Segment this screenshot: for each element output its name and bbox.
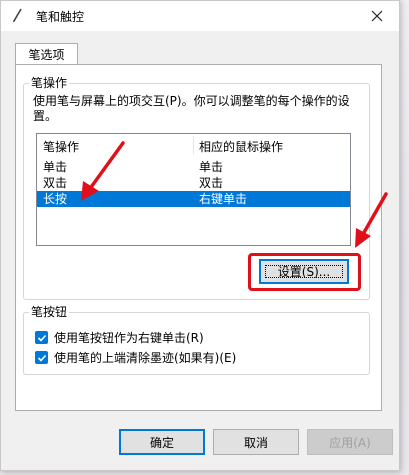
annotation-highlight-box xyxy=(248,253,361,291)
window-title: 笔和触控 xyxy=(36,10,85,24)
cancel-button-label: 取消 xyxy=(243,435,268,450)
pen-actions-group-label: 笔操作 xyxy=(31,76,68,90)
close-button[interactable] xyxy=(355,1,399,31)
apply-button[interactable]: 应用(A) xyxy=(307,429,393,455)
list-item-action: 双击 xyxy=(43,176,68,190)
column-header-mouse-action[interactable]: 相应的鼠标操作 xyxy=(199,138,283,155)
erase-ink-label: 使用笔的上端清除墨迹(如果有)(E) xyxy=(54,351,237,365)
list-item-action: 长按 xyxy=(43,192,68,206)
erase-ink-option[interactable]: 使用笔的上端清除墨迹(如果有)(E) xyxy=(35,349,236,366)
tab-label: 笔选项 xyxy=(28,48,65,62)
column-divider[interactable] xyxy=(193,136,194,154)
list-item-mouse: 双击 xyxy=(199,176,224,190)
cancel-button[interactable]: 取消 xyxy=(213,429,299,455)
annotation-arrow-list xyxy=(81,141,125,201)
tab-pen-options[interactable]: 笔选项 xyxy=(15,43,78,65)
right-click-label: 使用笔按钮作为右键单击(R) xyxy=(54,331,204,345)
pen-buttons-group-label: 笔按钮 xyxy=(31,305,68,319)
column-header-pen-action[interactable]: 笔操作 xyxy=(43,138,79,155)
checkmark-icon xyxy=(37,334,46,342)
apply-button-label: 应用(A) xyxy=(329,435,371,450)
pen-actions-description: 使用笔与屏幕上的项交互(P)。你可以调整笔的每个操作的设置。 xyxy=(33,94,350,123)
title-bar: 笔和触控 xyxy=(1,1,399,31)
list-item-mouse: 单击 xyxy=(199,160,224,174)
close-icon xyxy=(371,10,383,22)
annotation-arrow-settings xyxy=(355,192,388,248)
list-item-action: 单击 xyxy=(43,160,68,174)
list-item-mouse: 右键单击 xyxy=(199,192,248,206)
ok-button-label: 确定 xyxy=(149,435,174,450)
checkmark-icon xyxy=(37,354,46,362)
pen-icon xyxy=(10,7,26,23)
right-click-checkbox[interactable] xyxy=(35,331,48,344)
right-click-option[interactable]: 使用笔按钮作为右键单击(R) xyxy=(35,329,204,346)
erase-ink-checkbox[interactable] xyxy=(35,351,48,364)
ok-button[interactable]: 确定 xyxy=(119,429,205,455)
